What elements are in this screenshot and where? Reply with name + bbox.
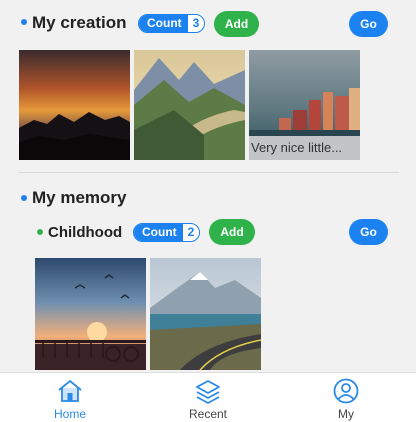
mountain-valley-image: [134, 50, 245, 160]
image-caption: Very nice little...: [249, 136, 360, 160]
tab-my[interactable]: My: [277, 373, 415, 422]
sunset-silhouette-image: [19, 50, 130, 160]
album-image-1[interactable]: [35, 258, 146, 370]
mountain-road-image: [150, 258, 261, 370]
count-label: Count: [139, 15, 188, 32]
album-count-badge: Count 2: [133, 223, 201, 242]
album-add-button[interactable]: Add: [209, 219, 255, 245]
tab-home[interactable]: Home: [1, 373, 139, 422]
tab-recent[interactable]: Recent: [139, 373, 277, 422]
layers-icon: [196, 380, 220, 404]
section-divider: [18, 172, 399, 173]
album-title: Childhood: [48, 224, 123, 241]
memory-title: My memory: [32, 188, 127, 207]
count-value: 3: [192, 16, 200, 30]
bottom-tab-bar: Home Recent My: [0, 372, 416, 422]
section-bullet: [21, 195, 27, 201]
home-icon: [58, 380, 82, 402]
creation-image-1[interactable]: [19, 50, 130, 160]
tab-label: My: [338, 407, 354, 421]
creation-image-3[interactable]: Very nice little...: [249, 50, 360, 160]
creation-add-button[interactable]: Add: [214, 11, 259, 37]
album-image-2[interactable]: [150, 258, 261, 370]
section-bullet: [21, 19, 27, 25]
creation-title: My creation: [32, 13, 127, 32]
count-label: Count: [134, 224, 183, 241]
tab-label: Home: [53, 407, 86, 421]
sunset-balcony-image: [35, 258, 146, 370]
tab-label: Recent: [188, 407, 228, 421]
count-value: 2: [187, 225, 195, 239]
album-bullet: [37, 229, 43, 235]
page: My creation Count 3 Add Go Very nice lit…: [0, 0, 416, 422]
creation-count-badge: Count 3: [138, 14, 206, 33]
creation-image-2[interactable]: [134, 50, 245, 160]
creation-go-button[interactable]: Go: [349, 11, 388, 37]
user-icon: [333, 378, 359, 404]
album-go-button[interactable]: Go: [349, 219, 388, 245]
